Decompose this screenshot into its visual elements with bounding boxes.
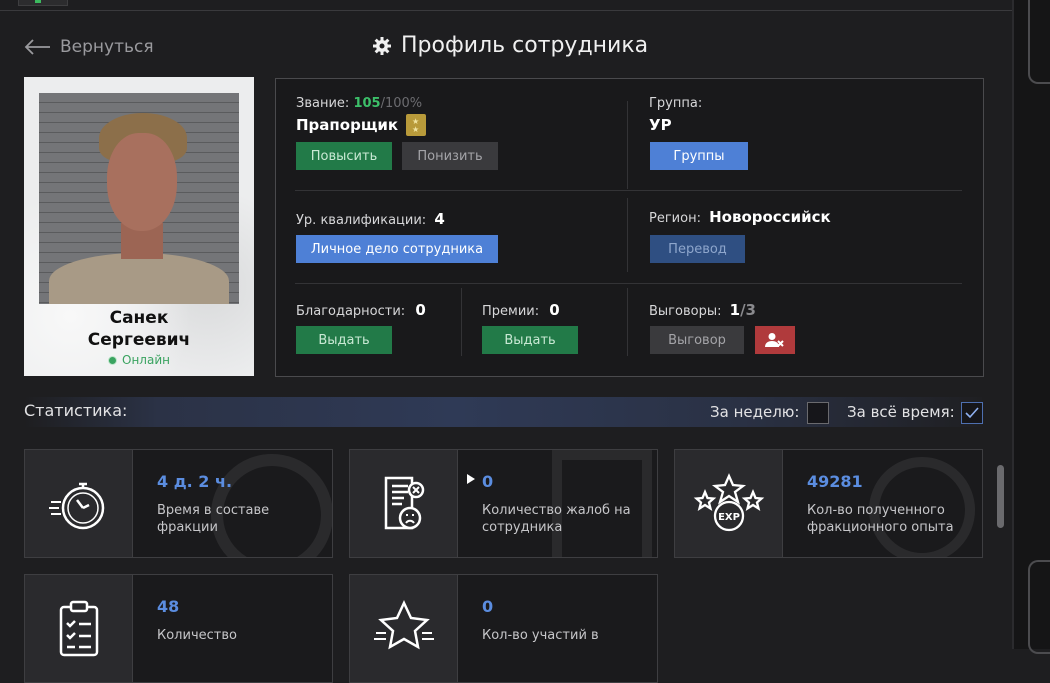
reprimand-button[interactable]: Выговор — [650, 326, 744, 354]
page-title-text: Профиль сотрудника — [401, 33, 649, 58]
stat-value: 48 — [157, 597, 180, 616]
bonuses-label: Премии: — [482, 304, 540, 319]
thanks-row: Благодарности: 0 — [296, 301, 426, 319]
stat-description: Количество жалоб на сотрудника — [482, 503, 631, 535]
employee-photo-card: Санек Сергеевич Онлайн — [24, 77, 254, 376]
rank-insignia-icon: ★ ★ — [406, 114, 426, 136]
qualification-row: Ур. квалификации: 4 — [296, 210, 445, 228]
stat-card-faction-time: 4 д. 2 ч. Время в составе фракции — [24, 449, 333, 558]
online-dot-icon — [108, 356, 118, 365]
stat-card-participation: 0 Кол-во участий в — [349, 574, 658, 683]
week-filter-label: За неделю: — [710, 403, 800, 421]
stat-value: 4 д. 2 ч. — [157, 472, 233, 491]
window-corner-tab — [18, 0, 68, 6]
stat-description: Время в составе фракции — [157, 503, 270, 535]
qualification-label: Ур. квалификации: — [296, 213, 427, 228]
rank-name-row: Прапорщик — [296, 116, 398, 134]
status-text: Онлайн — [122, 353, 170, 367]
checkmark-icon — [965, 407, 979, 419]
employee-last-name: Сергеевич — [87, 330, 191, 350]
stat-value: 0 — [482, 472, 494, 491]
statistics-label: Статистика: — [24, 401, 128, 420]
statistics-bar — [24, 397, 982, 427]
bonuses-issue-button[interactable]: Выдать — [482, 326, 578, 354]
week-checkbox[interactable] — [807, 402, 829, 424]
reprimands-value: 1 — [729, 301, 741, 319]
rank-label-row: Звание: 105/100% — [296, 96, 422, 111]
transfer-button[interactable]: Перевод — [650, 235, 745, 263]
user-remove-icon — [765, 333, 784, 347]
bonuses-value: 0 — [549, 301, 560, 319]
complaint-document-icon — [350, 450, 458, 557]
stat-card-experience: EXP 49281 Кол-во полученного фракционног… — [674, 449, 983, 558]
mugshot-image — [39, 93, 239, 304]
all-time-filter-label: За всё время: — [847, 403, 955, 421]
region-row: Регион: Новороссийск — [649, 208, 831, 226]
svg-text:EXP: EXP — [718, 512, 740, 523]
thanks-value: 0 — [415, 301, 426, 319]
all-time-checkbox[interactable] — [961, 402, 983, 424]
stat-value: 49281 — [807, 472, 863, 491]
cursor-icon — [467, 474, 475, 484]
gear-icon — [373, 36, 391, 55]
rank-progress-max: /100% — [380, 96, 423, 111]
stat-description: Кол-во участий в — [482, 628, 599, 643]
bonuses-row: Премии: 0 — [482, 301, 560, 319]
group-label: Группа: — [649, 96, 703, 111]
region-label: Регион: — [649, 211, 701, 226]
group-value: УР — [649, 116, 672, 134]
group-value-row: УР — [649, 116, 672, 134]
remove-reprimand-button[interactable] — [755, 326, 795, 354]
page-title: Профиль сотрудника — [372, 33, 648, 58]
back-label: Вернуться — [60, 37, 154, 57]
back-button[interactable]: Вернуться — [24, 37, 154, 57]
stat-description: Кол-во полученного фракционного опыта — [807, 503, 954, 535]
thanks-issue-button[interactable]: Выдать — [296, 326, 392, 354]
online-status: Онлайн — [24, 353, 254, 367]
reprimands-row: Выговоры: 1/3 — [649, 301, 756, 319]
scrollbar-thumb[interactable] — [997, 465, 1004, 528]
exp-stars-icon: EXP — [675, 450, 783, 557]
employee-name: Санек Сергеевич — [24, 307, 254, 351]
qualification-value: 4 — [434, 210, 445, 228]
region-value: Новороссийск — [709, 208, 831, 226]
rank-progress-value: 105 — [353, 96, 381, 111]
reprimands-max: /3 — [740, 301, 756, 319]
promote-button[interactable]: Повысить — [296, 142, 392, 170]
stat-description: Количество — [157, 628, 237, 643]
stopwatch-icon — [25, 450, 133, 557]
stat-card-quantity: 48 Количество — [24, 574, 333, 683]
personal-file-button[interactable]: Личное дело сотрудника — [296, 235, 498, 263]
top-divider — [0, 10, 1012, 11]
stat-card-complaints: 0 Количество жалоб на сотрудника — [349, 449, 658, 558]
right-frame — [1012, 0, 1050, 654]
clipboard-checklist-icon — [25, 575, 133, 682]
stat-value: 0 — [482, 597, 494, 616]
employee-first-name: Санек — [109, 308, 169, 328]
star-icon — [350, 575, 458, 682]
thanks-label: Благодарности: — [296, 304, 406, 319]
demote-button[interactable]: Понизить — [402, 142, 498, 170]
arrow-left-icon — [24, 39, 50, 55]
rank-name: Прапорщик — [296, 116, 399, 134]
rank-label: Звание: — [296, 96, 350, 111]
reprimands-label: Выговоры: — [649, 304, 722, 319]
groups-button[interactable]: Группы — [650, 142, 748, 170]
